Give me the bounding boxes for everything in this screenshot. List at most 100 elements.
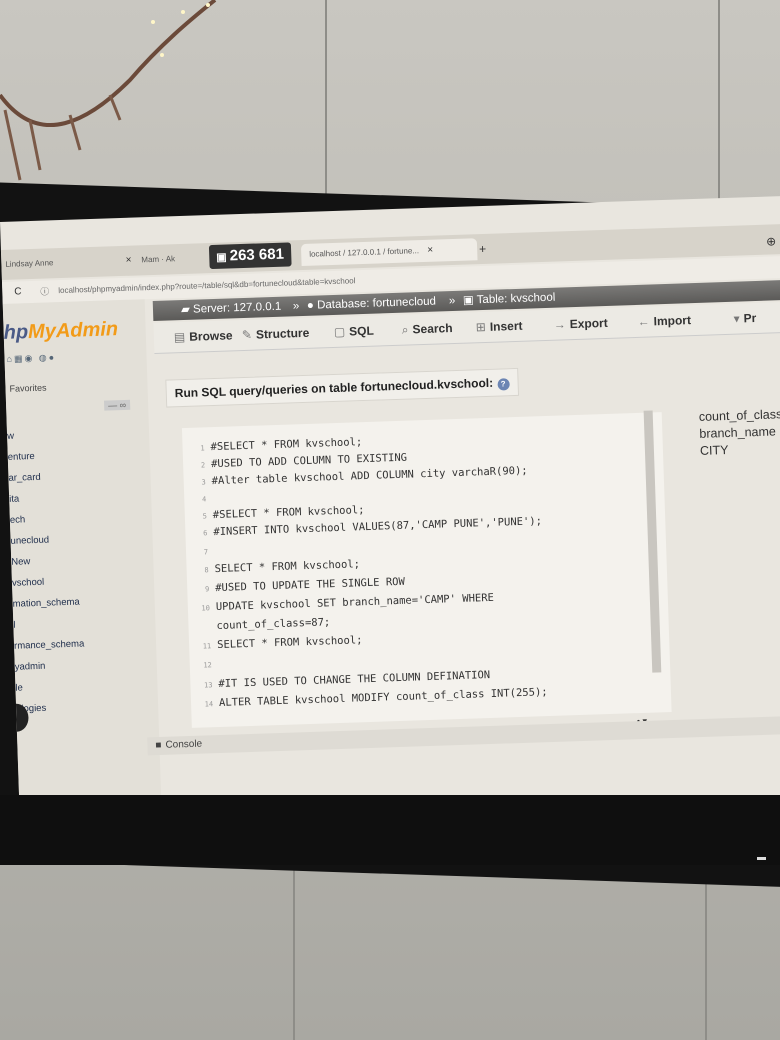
console-icon: ■ [155, 739, 162, 752]
code-line: 11 SELECT * FROM kvschool; [189, 634, 363, 652]
tab-browse[interactable]: ▤ Browse [174, 328, 233, 344]
browse-icon: ▤ [173, 329, 186, 345]
code-text: SELECT * FROM kvschool; [214, 558, 361, 576]
garland-decoration [0, 0, 217, 181]
code-line: 14 ALTER TABLE kvschool MODIFY count_of_c… [191, 686, 548, 710]
database-tree: w enture ar_card ita ech unecloud New vs… [7, 421, 157, 719]
power-led-icon [757, 857, 766, 860]
structure-icon: ✎ [241, 327, 253, 343]
code-text: #USED TO UPDATE THE SINGLE ROW [215, 575, 406, 595]
code-line: 2 #USED TO ADD COLUMN TO EXISTING [183, 452, 407, 471]
code-line: 10 UPDATE kvschool SET branch_name='CAMP'… [188, 592, 494, 614]
tab-structure-label: Structure [255, 325, 310, 342]
site-info-icon[interactable]: ⓘ [40, 280, 50, 302]
tab-label: Lindsay Anne [5, 258, 54, 269]
tab-more-label: Pr [743, 310, 757, 326]
line-number: 8 [204, 566, 209, 575]
code-text: #SELECT * FROM kvschool; [210, 436, 363, 454]
breadcrumb-database-label: Database: fortunecloud [316, 295, 437, 312]
favorites-link[interactable]: Favorites [9, 383, 46, 394]
database-icon: ● [306, 299, 318, 312]
tab-export[interactable]: → Export [553, 316, 607, 332]
code-line: count_of_class=87; [188, 616, 330, 633]
code-line: 13 #IT IS USED TO CHANGE THE COLUMN DEFIN… [190, 669, 490, 691]
column-item[interactable]: CITY [700, 440, 780, 460]
line-number: 14 [204, 700, 214, 709]
code-line: 1 #SELECT * FROM kvschool; [182, 436, 362, 454]
monitor-screen: Lindsay Anne × Mam · Ak localhost / 127.… [0, 195, 780, 822]
tab-search-label: Search [412, 321, 453, 337]
server-icon: ▰ [180, 303, 194, 317]
tab-more[interactable]: ▾ Pr [733, 311, 756, 326]
line-number: 1 [200, 444, 205, 453]
close-icon[interactable]: × [427, 245, 433, 256]
insert-icon: ⊞ [475, 319, 487, 335]
tab-insert[interactable]: ⊞ Insert [476, 319, 523, 335]
new-tab-button[interactable]: + [479, 238, 487, 260]
line-number: 10 [201, 604, 211, 613]
tab-label: Mam · Ak [141, 254, 176, 265]
breadcrumb-table[interactable]: ▣ Table: kvschool [463, 288, 556, 311]
close-icon[interactable]: × [125, 255, 131, 266]
line-number: 5 [202, 512, 208, 521]
code-text: UPDATE kvschool SET branch_name='CAMP' W… [215, 591, 495, 614]
tab-import-label: Import [653, 313, 692, 329]
tab-sql-label: SQL [348, 323, 375, 339]
tab-search[interactable]: ⌕ Search [402, 321, 453, 338]
pma-sidebar: hpMyAdmin ⌂▦◉ ◍● Favorites — ∞ w enture … [2, 299, 162, 822]
search-icon: ⌕ [401, 322, 409, 337]
tab-import[interactable]: ← Import [637, 313, 691, 329]
code-line: 4 [184, 492, 212, 505]
wall-panel-seam [718, 0, 720, 200]
code-text: ALTER TABLE kvschool MODIFY count_of_cla… [218, 686, 548, 709]
logo-prefix: hp [3, 321, 29, 344]
export-icon: → [553, 317, 566, 332]
zoom-icon[interactable]: ⊕ [766, 234, 777, 248]
line-number: 12 [203, 661, 212, 670]
wall-panel-seam [705, 870, 707, 1040]
tab-label: localhost / 127.0.0.1 / fortune... [309, 246, 420, 259]
tab-export-label: Export [569, 315, 608, 332]
phpmyadmin-logo[interactable]: hpMyAdmin [3, 318, 118, 345]
tab-sql[interactable]: ▢ SQL [334, 324, 374, 339]
line-number: 3 [201, 478, 206, 487]
breadcrumb-server-label: Server: 127.0.0.1 [192, 300, 282, 316]
reload-icon[interactable]: C [14, 281, 22, 303]
breadcrumb-separator: » [448, 294, 456, 308]
sql-icon: ▢ [333, 324, 346, 339]
sql-panel-title-text: Run SQL query/queries on table fortunecl… [174, 375, 494, 401]
breadcrumb-server[interactable]: ▰ Server: 127.0.0.1 [181, 297, 282, 320]
sql-panel-title: Run SQL query/queries on table fortunecl… [165, 367, 519, 408]
code-text: count_of_class=87; [216, 616, 331, 633]
line-number: 7 [203, 548, 209, 557]
breadcrumb-database[interactable]: ● Database: fortunecloud [307, 292, 437, 316]
monitor-bottom-bezel [0, 795, 780, 865]
help-icon[interactable]: ? [496, 378, 510, 391]
counter-value: 263 681 [229, 245, 285, 265]
db-item[interactable]: ologies [16, 694, 157, 720]
code-line: 5 #SELECT * FROM kvschool; [185, 504, 365, 522]
breadcrumb-table-label: Table: kvschool [476, 291, 556, 307]
line-number [189, 629, 211, 630]
code-line: 12 [190, 658, 218, 671]
code-line: 9 #USED TO UPDATE THE SINGLE ROW [187, 576, 405, 595]
tab-structure[interactable]: ✎ Structure [242, 326, 310, 342]
import-icon: ← [637, 314, 650, 329]
line-number: 2 [200, 461, 206, 470]
line-number: 13 [203, 681, 213, 690]
browser-tab-1[interactable]: Lindsay Anne × [5, 250, 132, 276]
column-item[interactable]: branch_name [699, 423, 780, 443]
sidebar-icon-row[interactable]: ⌂▦◉ ◍● [6, 352, 56, 365]
code-line: 7 [186, 545, 214, 558]
line-number: 9 [204, 585, 210, 594]
tab-browse-label: Browse [189, 328, 233, 344]
sql-editor[interactable]: 1 #SELECT * FROM kvschool; 2 #USED TO ADD … [181, 412, 672, 728]
breadcrumb-separator: » [292, 300, 300, 313]
counter-icon: ▣ [216, 251, 230, 264]
view-counter-badge: ▣ 263 681 [208, 242, 292, 270]
browser-tab-2[interactable]: Mam · Ak [141, 248, 175, 271]
line-number: 4 [201, 495, 207, 504]
browser-tab-active[interactable]: localhost / 127.0.0.1 / fortune... × [300, 238, 478, 267]
logo-suffix: MyAdmin [27, 318, 119, 344]
collapse-all-button[interactable]: — ∞ [103, 399, 131, 411]
